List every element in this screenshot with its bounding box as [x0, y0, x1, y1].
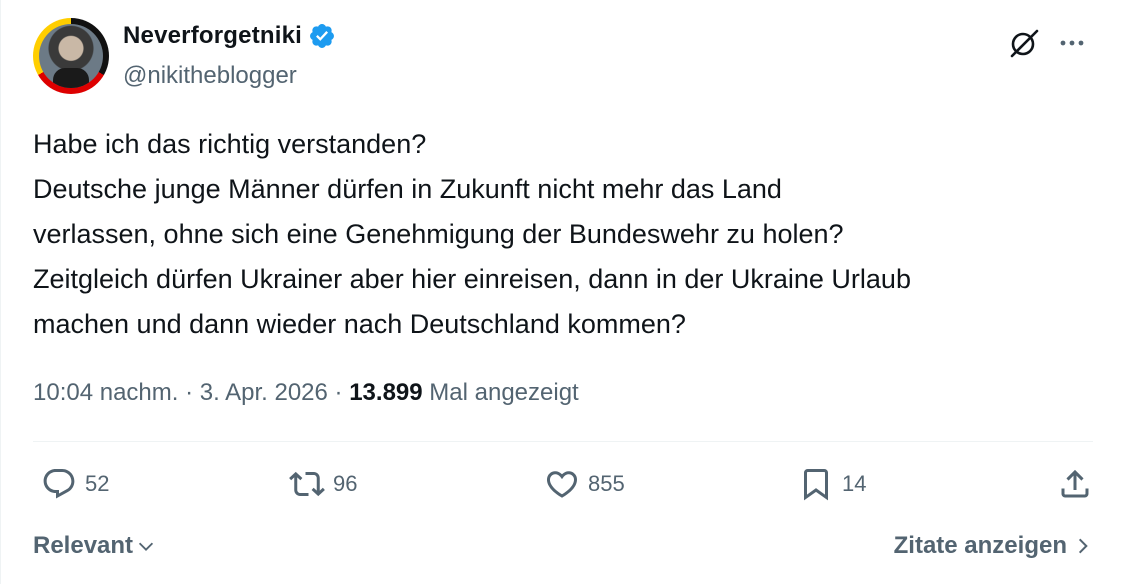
meta-separator: · — [327, 379, 350, 406]
share-button[interactable] — [1057, 466, 1093, 502]
replies-footer: Relevant Zitate anzeigen — [33, 532, 1093, 568]
name-row: Neverforgetniki — [123, 22, 336, 50]
display-name[interactable]: Neverforgetniki — [123, 22, 302, 50]
grok-icon[interactable] — [1007, 26, 1041, 60]
left-border — [0, 0, 1, 584]
reply-icon — [43, 469, 75, 499]
view-quotes-link[interactable]: Zitate anzeigen — [894, 532, 1093, 560]
views-label: Mal angezeigt — [422, 379, 579, 406]
reply-button[interactable]: 52 — [41, 466, 109, 502]
like-icon — [546, 471, 578, 498]
meta-separator: · — [178, 379, 200, 406]
tweet-date[interactable]: 3. Apr. 2026 — [200, 379, 328, 407]
share-icon — [1061, 469, 1089, 498]
bookmark-count: 14 — [842, 471, 867, 496]
like-button[interactable]: 855 — [544, 466, 625, 502]
user-handle[interactable]: @nikitheblogger — [123, 62, 297, 90]
bookmark-icon — [804, 469, 828, 501]
tweet-time[interactable]: 10:04 nachm. — [33, 379, 178, 407]
like-count: 855 — [588, 471, 625, 496]
views-count[interactable]: 13.899 — [349, 379, 422, 407]
more-icon[interactable] — [1055, 26, 1089, 60]
verified-badge-icon[interactable] — [308, 22, 336, 50]
repost-icon — [289, 471, 325, 497]
action-bar: 52 96 855 14 — [33, 466, 1093, 516]
sort-label: Relevant — [33, 532, 134, 559]
tweet-header: Neverforgetniki @nikitheblogger — [33, 18, 1093, 98]
repost-button[interactable]: 96 — [289, 466, 357, 502]
sort-replies-dropdown[interactable]: Relevant — [33, 532, 157, 560]
repost-count: 96 — [333, 471, 358, 496]
avatar[interactable] — [33, 18, 109, 94]
bookmark-button[interactable]: 14 — [798, 466, 866, 502]
avatar-photo — [39, 24, 103, 88]
tweet-meta: 10:04 nachm. · 3. Apr. 2026 · 13.899 Mal… — [33, 379, 579, 407]
tweet-text: Habe ich das richtig verstanden? Deutsch… — [33, 129, 911, 339]
chevron-right-icon — [1078, 538, 1088, 554]
quotes-label: Zitate anzeigen — [893, 532, 1067, 559]
reply-count: 52 — [85, 471, 110, 496]
divider — [33, 441, 1093, 442]
chevron-down-icon — [138, 542, 154, 551]
